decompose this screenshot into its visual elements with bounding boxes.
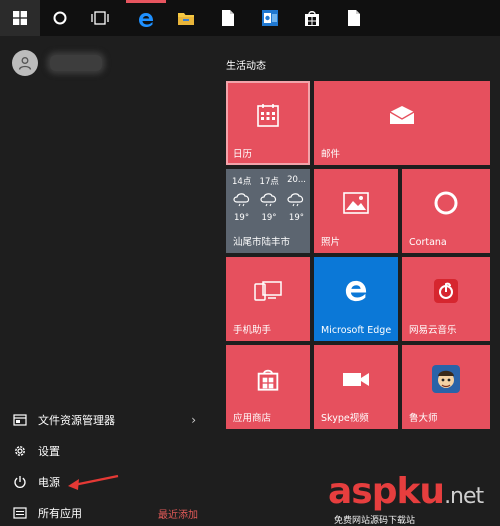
user-icon: [18, 57, 32, 70]
weather-hour: 14点: [232, 177, 252, 187]
calendar-icon: [257, 104, 279, 127]
phone-companion-icon: [254, 281, 282, 301]
taskbar-document-button[interactable]: [208, 0, 248, 36]
tile-skype-video[interactable]: Skype视频: [314, 345, 398, 429]
tile-ludashi[interactable]: 鲁大师: [402, 345, 490, 429]
blurred-user-name: [50, 55, 102, 71]
file-explorer-label: 文件资源管理器: [38, 414, 115, 427]
cloud-rain-icon: [260, 193, 277, 207]
cortana-button[interactable]: [40, 0, 80, 36]
taskbar-edge-button[interactable]: [126, 0, 166, 36]
taskbar-outlook-button[interactable]: [250, 0, 290, 36]
tile-photos-label: 照片: [321, 237, 341, 248]
tile-weather-city: 汕尾市陆丰市: [233, 237, 291, 248]
taskbar-store-button[interactable]: [292, 0, 332, 36]
netease-music-icon: [434, 279, 458, 303]
avatar[interactable]: [12, 50, 38, 76]
windows-logo-icon: [13, 11, 27, 25]
edge-icon: [345, 280, 367, 302]
taskbar-document-2-button[interactable]: [334, 0, 374, 36]
annotation-arrow-icon: [68, 474, 119, 490]
weather-temp: 19°: [261, 213, 277, 223]
tile-store[interactable]: 应用商店: [226, 345, 310, 429]
watermark-main: aspku: [328, 471, 445, 512]
tile-netease-music[interactable]: 网易云音乐: [402, 257, 490, 341]
folder-icon: [178, 13, 194, 25]
tile-phone-companion[interactable]: 手机助手: [226, 257, 310, 341]
outlook-icon: [262, 10, 278, 26]
file-explorer-icon: [12, 412, 28, 428]
chevron-right-icon[interactable]: ›: [191, 413, 196, 427]
taskbar-file-explorer-button[interactable]: [166, 0, 206, 36]
weather-temp: 19°: [234, 213, 250, 223]
store-icon: [257, 369, 279, 391]
mail-icon: [389, 106, 415, 124]
task-view-button[interactable]: [80, 0, 120, 36]
recently-added-label: 最近添加: [158, 509, 198, 521]
settings-item[interactable]: 设置: [0, 436, 210, 466]
tile-skype-video-label: Skype视频: [321, 413, 369, 424]
taskbar: [0, 0, 500, 36]
file-explorer-item[interactable]: 文件资源管理器 ›: [0, 405, 210, 435]
watermark-dot: .net: [444, 484, 484, 509]
tile-mail[interactable]: 邮件: [314, 81, 490, 165]
document-icon: [222, 10, 234, 26]
tile-cortana-label: Cortana: [409, 237, 447, 248]
power-icon: [12, 474, 28, 490]
tile-cortana[interactable]: Cortana: [402, 169, 490, 253]
tile-ludashi-label: 鲁大师: [409, 413, 438, 424]
power-label: 电源: [38, 476, 60, 489]
weather-hour: 17点: [259, 177, 279, 187]
tile-edge-label: Microsoft Edge: [321, 325, 392, 336]
all-apps-label: 所有应用: [38, 507, 82, 520]
task-view-icon: [91, 11, 109, 25]
tile-photos[interactable]: 照片: [314, 169, 398, 253]
tile-edge[interactable]: Microsoft Edge: [314, 257, 398, 341]
ludashi-icon: [432, 365, 460, 393]
cloud-rain-icon: [233, 193, 250, 207]
weather-hour: 20...: [287, 175, 306, 185]
weather-temp: 19°: [288, 213, 304, 223]
start-menu-left-pane: 文件资源管理器 › 设置 电源 所有应用 最近添加: [0, 36, 210, 526]
start-button[interactable]: [0, 0, 40, 36]
cortana-circle-icon: [53, 11, 67, 25]
tile-mail-label: 邮件: [321, 149, 341, 160]
cloud-rain-icon: [287, 193, 304, 207]
all-apps-item[interactable]: 所有应用 最近添加: [0, 498, 210, 526]
tile-calendar-label: 日历: [233, 149, 253, 160]
group-title: 生活动态: [226, 61, 266, 72]
tile-store-label: 应用商店: [233, 413, 272, 424]
document-icon: [348, 10, 360, 26]
tile-phone-companion-label: 手机助手: [233, 325, 272, 336]
edge-icon: [139, 12, 154, 27]
live-tiles-pane: 生活动态 日历 邮件 14点 17点 20... 19° 19° 19° 汕尾市…: [210, 36, 500, 526]
store-icon: [305, 11, 319, 26]
settings-label: 设置: [38, 445, 60, 458]
watermark: aspku.net 免费网站源码下载站: [328, 472, 500, 526]
tile-weather[interactable]: 14点 17点 20... 19° 19° 19° 汕尾市陆丰市: [226, 169, 310, 253]
gear-icon: [12, 443, 28, 459]
tile-calendar[interactable]: 日历: [226, 81, 310, 165]
all-apps-icon: [12, 505, 28, 521]
tile-netease-music-label: 网易云音乐: [409, 325, 457, 336]
video-camera-icon: [343, 373, 369, 386]
photos-icon: [343, 192, 369, 214]
cortana-icon: [434, 191, 458, 215]
user-account[interactable]: [12, 48, 102, 78]
